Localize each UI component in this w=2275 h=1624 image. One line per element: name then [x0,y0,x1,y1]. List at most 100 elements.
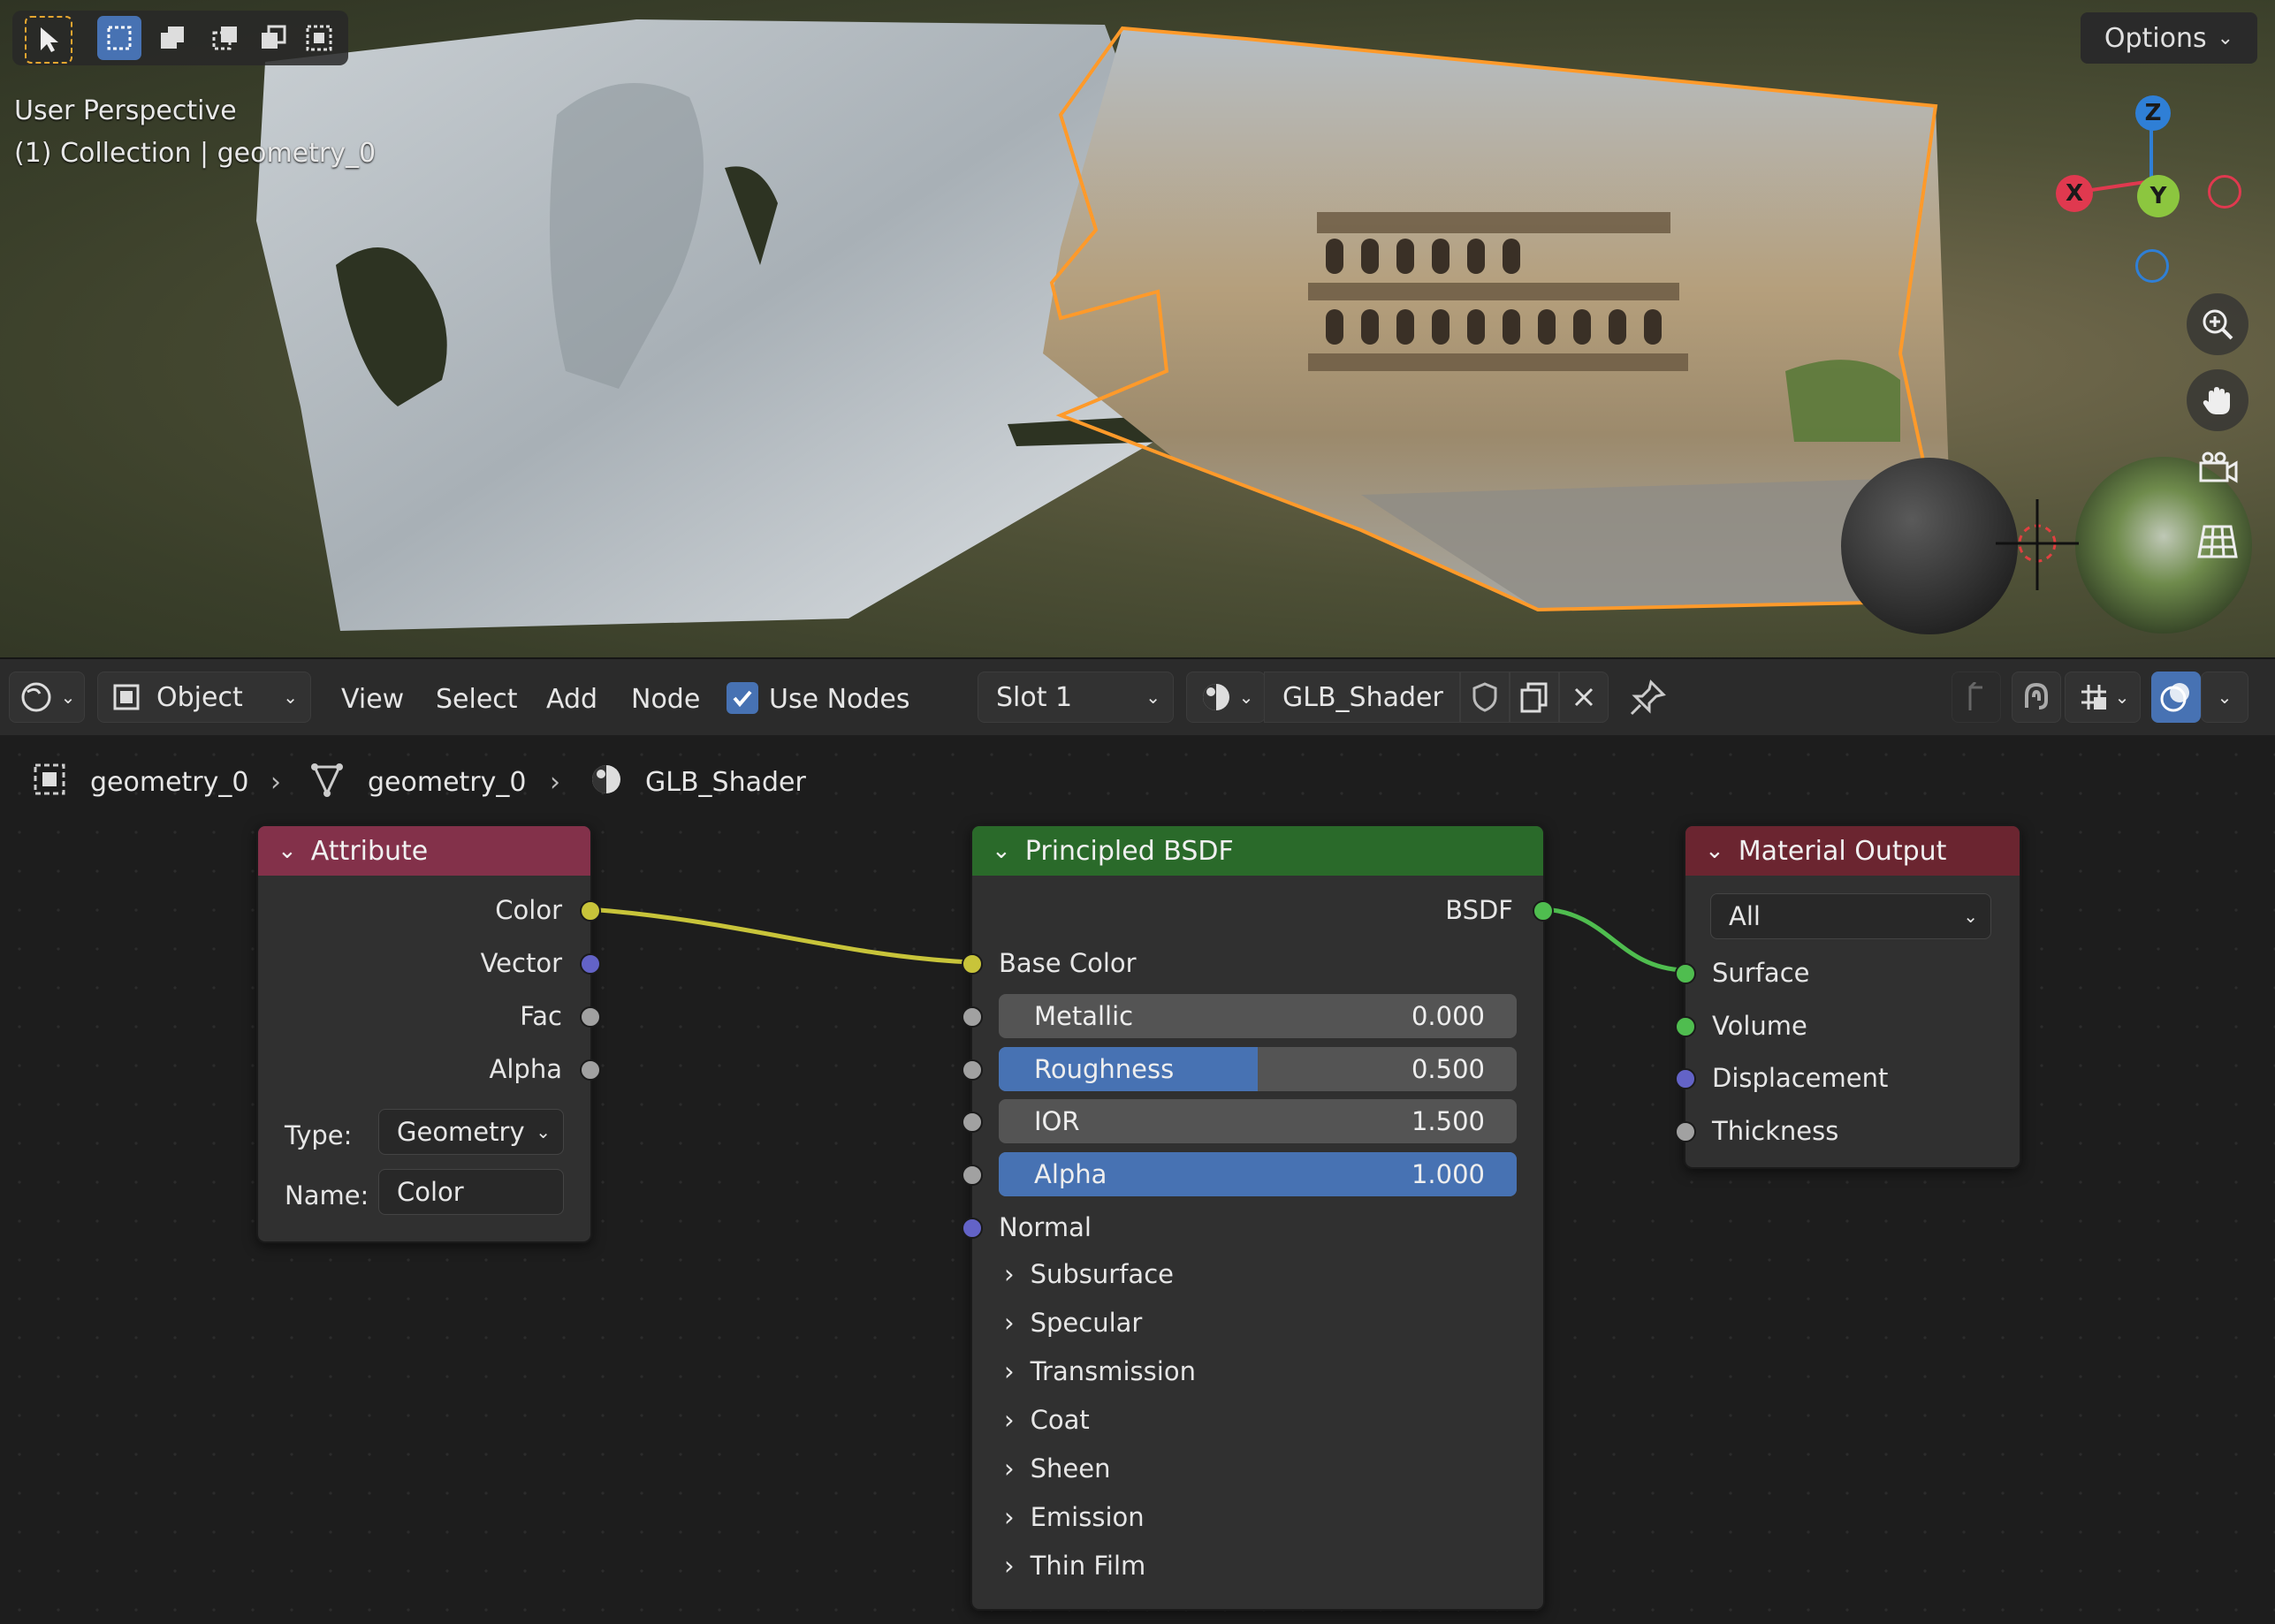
panel-subsurface[interactable]: › Subsurface [1004,1259,1174,1289]
node-editor-canvas[interactable]: geometry_0 › geometry_0 › GLB_Shader ⌄ A… [0,735,2275,1624]
roughness-field[interactable]: Roughness 0.500 [999,1047,1517,1091]
menu-view[interactable]: View [341,684,404,715]
input-metallic-socket[interactable] [962,1006,983,1028]
axis-gizmo[interactable]: Z X Y [2042,88,2245,300]
name-label: Name: [285,1180,369,1210]
object-mode-dropdown[interactable]: Object ⌄ [97,672,311,723]
ior-value: 1.500 [1411,1106,1485,1136]
menu-node[interactable]: Node [631,684,700,715]
use-nodes-checkbox[interactable] [727,682,758,714]
material-name-field[interactable]: GLB_Shader [1264,672,1460,723]
overlays-dropdown[interactable]: ⌄ [2201,672,2248,723]
zoom-button[interactable] [2187,293,2248,355]
material-output-node[interactable]: ⌄ Material Output All ⌄ Surface Volume D… [1675,824,2021,1169]
input-roughness-socket[interactable] [962,1059,983,1081]
camera-view-button[interactable] [2195,449,2240,491]
metallic-label: Metallic [1034,1001,1134,1031]
input-base-color-socket[interactable] [962,953,983,975]
select-invert-icon [262,25,286,49]
output-alpha-socket[interactable] [580,1059,601,1081]
input-surface-socket[interactable] [1675,963,1696,984]
chevron-right-icon: › [1004,1453,1015,1484]
input-displacement-socket[interactable] [1675,1068,1696,1089]
output-color-socket[interactable] [580,900,601,922]
principled-bsdf-node[interactable]: ⌄ Principled BSDF BSDF Base Color Metall… [962,824,1554,1611]
gizmo-y-axis[interactable]: Y [2137,175,2180,217]
select-box-new-button[interactable] [97,16,141,60]
chevron-down-icon[interactable]: ⌄ [1705,838,1724,864]
browse-material-button[interactable]: ⌄ [1186,672,1266,723]
gizmo-z-axis[interactable]: Z [2135,95,2171,131]
select-box-extend-button[interactable] [150,16,194,60]
panel-emission[interactable]: › Emission [1004,1502,1145,1532]
input-volume-socket[interactable] [1675,1016,1696,1037]
chevron-down-icon[interactable]: ⌄ [992,838,1011,864]
select-extend-icon [161,27,184,49]
panel-transmission[interactable]: › Transmission [1004,1356,1196,1386]
node-editor-header: ⌄ Object ⌄ View Select Add Node Use Node… [0,657,2275,737]
metallic-field[interactable]: Metallic 0.000 [999,994,1517,1038]
chevron-right-icon: › [1004,1551,1015,1581]
chevron-right-icon: › [1004,1259,1015,1289]
ortho-toggle-button[interactable] [2195,521,2240,565]
scene-geometry[interactable] [0,0,2275,657]
menu-add[interactable]: Add [546,684,597,715]
panel-coat[interactable]: › Coat [1004,1405,1090,1435]
fake-user-button[interactable] [1460,672,1510,723]
select-box-subtract-button[interactable] [203,16,247,60]
3d-viewport[interactable]: User Perspective (1) Collection | geomet… [0,0,2275,657]
select-intersect-icon [306,25,332,51]
panel-thin-film-label: Thin Film [1030,1551,1146,1581]
gizmo-x-axis[interactable]: X [2056,175,2093,212]
material-slot-dropdown[interactable]: Slot 1 ⌄ [978,672,1174,723]
output-bsdf-socket[interactable] [1533,900,1554,922]
unlink-material-button[interactable] [1559,672,1609,723]
output-vector-socket[interactable] [580,953,601,975]
gizmo-neg-x-axis[interactable] [2208,175,2241,209]
attribute-node[interactable]: ⌄ Attribute Color Vector Fac Alpha Type:… [256,824,601,1243]
principled-bsdf-node-header[interactable]: ⌄ Principled BSDF [972,826,1543,876]
menu-select[interactable]: Select [436,684,518,715]
output-alpha-label: Alpha [489,1054,562,1084]
overlays-toggle-button[interactable] [2151,672,2201,723]
select-box-invert-button[interactable] [251,16,295,60]
chevron-right-icon: › [1004,1405,1015,1435]
metallic-value: 0.000 [1411,1001,1485,1031]
pan-button[interactable] [2187,369,2248,431]
ior-field[interactable]: IOR 1.500 [999,1099,1517,1143]
input-ior-socket[interactable] [962,1112,983,1133]
snap-mode-dropdown[interactable]: ⌄ [2065,672,2141,723]
thickness-label: Thickness [1712,1116,1839,1146]
select-cursor-tool[interactable] [25,16,72,64]
input-alpha-socket[interactable] [962,1165,983,1186]
output-target-dropdown[interactable]: All ⌄ [1710,893,1991,939]
snap-toggle-button[interactable] [2012,672,2061,723]
displacement-label: Displacement [1712,1063,1889,1093]
parent-node-tree-button[interactable] [1952,672,2001,723]
panel-sheen[interactable]: › Sheen [1004,1453,1110,1484]
editor-type-dropdown[interactable]: ⌄ [9,672,85,723]
attribute-type-dropdown[interactable]: Geometry ⌄ [378,1109,564,1155]
chevron-down-icon: ⌄ [1963,906,1978,927]
duplicate-material-button[interactable] [1510,672,1559,723]
output-fac-socket[interactable] [580,1006,601,1028]
options-dropdown[interactable]: Options ⌄ [2081,12,2257,64]
attribute-node-header[interactable]: ⌄ Attribute [258,826,590,876]
alpha-field[interactable]: Alpha 1.000 [999,1152,1517,1196]
gizmo-neg-z-axis[interactable] [2135,249,2169,283]
chevron-down-icon[interactable]: ⌄ [278,838,297,864]
output-target-value: All [1729,901,1761,931]
panel-thin-film[interactable]: › Thin Film [1004,1551,1145,1581]
pin-button[interactable] [1628,679,1667,721]
shield-icon [1472,682,1497,712]
chevron-down-icon: ⌄ [536,1121,551,1142]
select-box-intersect-button[interactable] [297,16,341,60]
material-output-node-header[interactable]: ⌄ Material Output [1685,826,2020,876]
use-nodes-label: Use Nodes [769,684,910,715]
input-thickness-socket[interactable] [1675,1121,1696,1142]
volume-label: Volume [1712,1011,1807,1041]
panel-specular[interactable]: › Specular [1004,1308,1142,1338]
attribute-name-field[interactable]: Color [378,1169,564,1215]
input-normal-socket[interactable] [962,1218,983,1239]
panel-specular-label: Specular [1030,1308,1143,1338]
